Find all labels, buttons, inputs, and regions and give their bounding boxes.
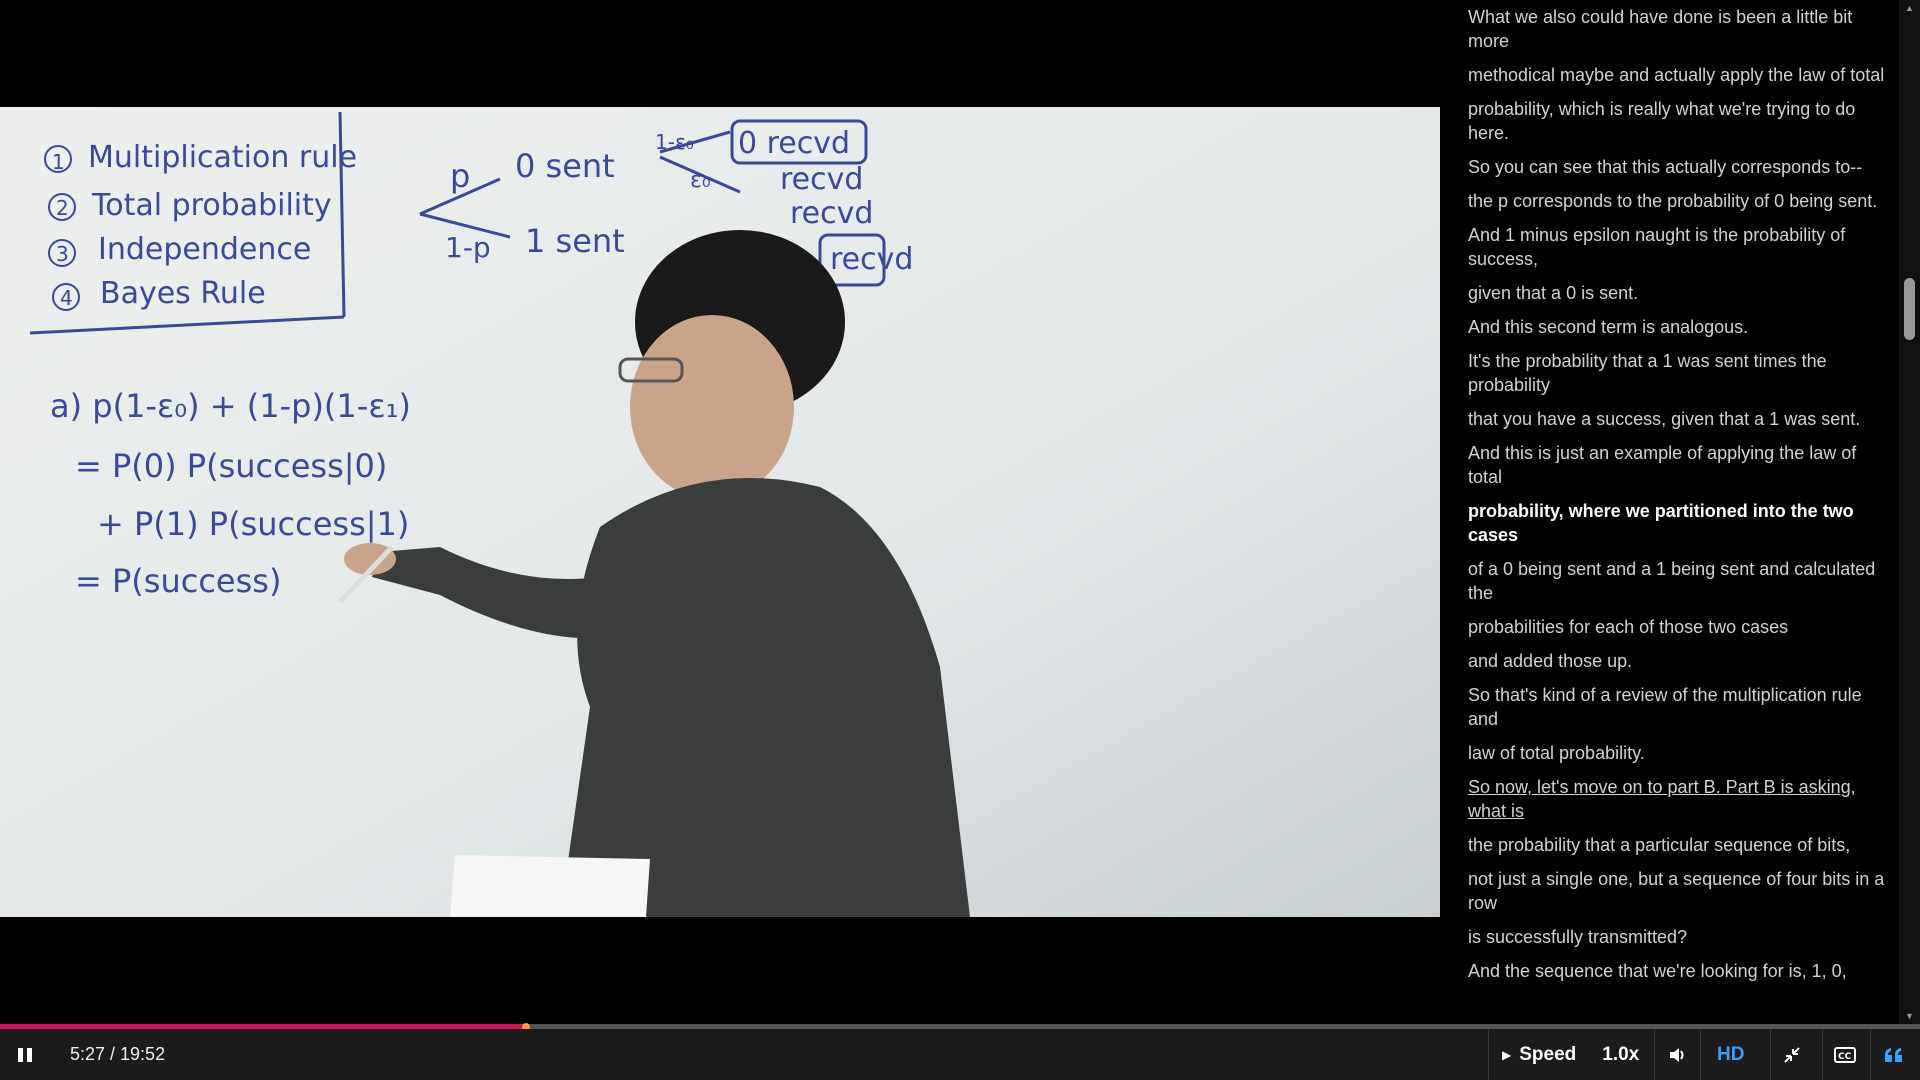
transcript-line[interactable]: the probability that a particular sequen…: [1468, 833, 1888, 857]
svg-text:3: 3: [56, 242, 69, 266]
svg-text:Bayes Rule: Bayes Rule: [100, 276, 266, 311]
transcript-line[interactable]: So you can see that this actually corres…: [1468, 155, 1888, 179]
scroll-up-arrow-icon[interactable]: ▲: [1899, 0, 1920, 16]
transcript-line[interactable]: So now, let's move on to part B. Part B …: [1468, 775, 1888, 823]
svg-text:a) p(1-ε₀) + (1-p)(1-ε₁): a) p(1-ε₀) + (1-p)(1-ε₁): [50, 387, 411, 425]
transcript-line[interactable]: is successfully transmitted?: [1468, 925, 1888, 949]
video-frame[interactable]: 1 Multiplication rule 2 Total probabilit…: [0, 107, 1440, 917]
pause-icon[interactable]: [14, 1029, 36, 1080]
transcript-line[interactable]: the p corresponds to the probability of …: [1468, 189, 1888, 213]
exit-fullscreen-icon[interactable]: [1772, 1029, 1812, 1080]
svg-text:0 sent: 0 sent: [515, 147, 615, 185]
video-content: 1 Multiplication rule 2 Total probabilit…: [0, 107, 1440, 917]
transcript-line[interactable]: What we also could have done is been a l…: [1468, 5, 1888, 53]
svg-text:Total probability: Total probability: [91, 188, 332, 223]
svg-text:recvd: recvd: [830, 242, 913, 277]
transcript-list: What we also could have done is been a l…: [1468, 5, 1888, 993]
svg-text:1 sent: 1 sent: [525, 222, 625, 260]
svg-text:+ P(1) P(success|1): + P(1) P(success|1): [97, 505, 409, 543]
transcript-line[interactable]: And the sequence that we're looking for …: [1468, 959, 1888, 983]
transcript-line[interactable]: given that a 0 is sent.: [1468, 281, 1888, 305]
transcript-line[interactable]: And 1 minus epsilon naught is the probab…: [1468, 223, 1888, 271]
svg-text:ε₀: ε₀: [690, 168, 711, 193]
transcript-line[interactable]: probabilities for each of those two case…: [1468, 615, 1888, 639]
svg-text:Independence: Independence: [98, 232, 311, 267]
svg-text:0 recvd: 0 recvd: [738, 126, 850, 161]
transcript-line[interactable]: probability, which is really what we're …: [1468, 97, 1888, 145]
transcript-panel[interactable]: What we also could have done is been a l…: [1440, 0, 1920, 1024]
svg-text:1: 1: [52, 150, 65, 174]
svg-text:= P(success): = P(success): [75, 562, 281, 600]
hd-toggle[interactable]: HD: [1717, 1029, 1744, 1080]
speed-chevron-icon: ▶: [1502, 1047, 1512, 1062]
transcript-line[interactable]: So that's kind of a review of the multip…: [1468, 683, 1888, 731]
transcript-line[interactable]: And this is just an example of applying …: [1468, 441, 1888, 489]
transcript-line[interactable]: It's the probability that a 1 was sent t…: [1468, 349, 1888, 397]
transcript-line[interactable]: And this second term is analogous.: [1468, 315, 1888, 339]
transcript-line[interactable]: and added those up.: [1468, 649, 1888, 673]
transcript-line[interactable]: that you have a success, given that a 1 …: [1468, 407, 1888, 431]
time-display: 5:27 / 19:52: [70, 1044, 166, 1064]
scroll-down-arrow-icon[interactable]: ▼: [1899, 1008, 1920, 1024]
video-player[interactable]: 1 Multiplication rule 2 Total probabilit…: [0, 0, 1440, 1024]
speed-label: Speed: [1519, 1043, 1577, 1065]
control-bar: 5:27 / 19:52 ▶ Speed 1.0x HD CC: [0, 1029, 1920, 1080]
volume-icon[interactable]: [1658, 1029, 1698, 1080]
svg-text:1-ε₀: 1-ε₀: [655, 130, 694, 154]
transcript-line[interactable]: methodical maybe and actually apply the …: [1468, 63, 1888, 87]
transcript-line[interactable]: not just a single one, but a sequence of…: [1468, 867, 1888, 915]
svg-text:Multiplication rule: Multiplication rule: [88, 140, 357, 175]
transcript-line[interactable]: of a 0 being sent and a 1 being sent and…: [1468, 557, 1888, 605]
svg-text:p: p: [450, 157, 470, 195]
transcript-line[interactable]: law of total probability.: [1468, 741, 1888, 765]
speed-value: 1.0x: [1602, 1043, 1640, 1065]
closed-captions-icon[interactable]: CC: [1825, 1029, 1865, 1080]
svg-text:recvd: recvd: [780, 162, 863, 197]
svg-text:recvd: recvd: [790, 196, 873, 231]
transcript-scrollbar[interactable]: ▲ ▼: [1899, 0, 1920, 1024]
transcript-quote-icon[interactable]: [1874, 1029, 1914, 1080]
svg-text:CC: CC: [1838, 1052, 1852, 1062]
svg-text:4: 4: [60, 286, 73, 310]
transcript-line-active[interactable]: probability, where we partitioned into t…: [1468, 499, 1888, 547]
speed-button[interactable]: ▶ Speed 1.0x: [1502, 1029, 1639, 1080]
svg-text:2: 2: [56, 196, 69, 220]
scroll-thumb[interactable]: [1904, 278, 1915, 340]
svg-text:= P(0) P(success|0): = P(0) P(success|0): [75, 447, 387, 485]
svg-text:1-p: 1-p: [445, 231, 491, 264]
